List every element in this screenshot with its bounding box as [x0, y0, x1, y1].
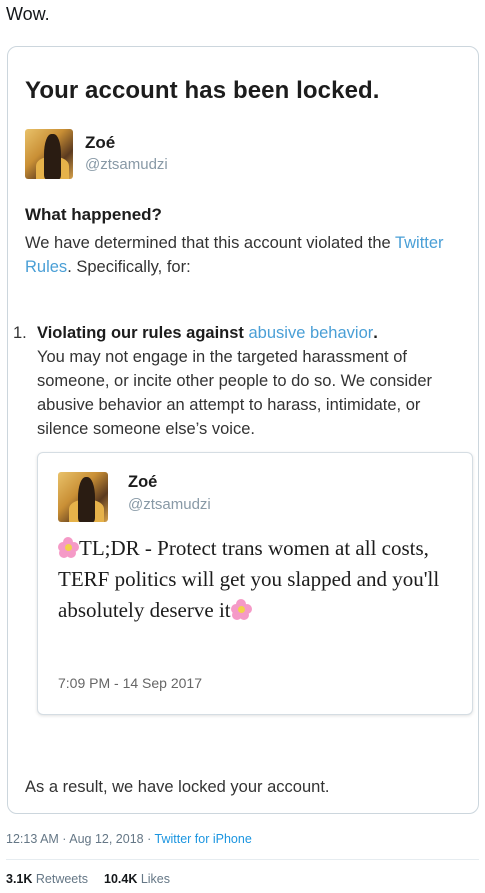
tweet-source-link[interactable]: Twitter for iPhone: [155, 832, 252, 846]
user-handle: @ztsamudzi: [85, 156, 168, 173]
user-name: Zoé: [85, 133, 116, 152]
tweet-timestamp[interactable]: 12:13 AM · Aug 12, 2018 ·: [6, 832, 155, 846]
media-card[interactable]: Your account has been locked. Zoé @ztsam…: [7, 46, 479, 814]
quoted-tweet-text: TL;DR - Protect trans women at all costs…: [58, 536, 440, 622]
tweet-text: Wow.: [6, 4, 50, 24]
quoted-tweet[interactable]: Zoé @ztsamudzi TL;DR - Protect trans wom…: [37, 452, 473, 715]
cherry-blossom-icon: [58, 537, 79, 558]
lock-title: Your account has been locked.: [25, 77, 380, 104]
divider: [6, 859, 479, 860]
tweet-stats: 3.1K Retweets 10.4K Likes: [6, 872, 170, 886]
quoted-user-handle: @ztsamudzi: [128, 496, 211, 513]
avatar: [25, 129, 73, 179]
retweets-stat[interactable]: 3.1K Retweets: [6, 872, 88, 886]
tweet-meta: 12:13 AM · Aug 12, 2018 · Twitter for iP…: [6, 832, 252, 846]
what-happened-text: We have determined that this account vio…: [25, 234, 444, 276]
what-happened-heading: What happened?: [25, 205, 162, 224]
avatar: [58, 472, 108, 522]
rule-heading: Violating our rules against abusive beha…: [37, 324, 378, 342]
abusive-behavior-link[interactable]: abusive behavior: [249, 324, 374, 342]
quoted-tweet-time: 7:09 PM - 14 Sep 2017: [58, 675, 202, 691]
result-text: As a result, we have locked your account…: [25, 778, 330, 796]
rule-number: 1.: [13, 324, 27, 342]
cherry-blossom-icon: [230, 599, 252, 620]
quoted-user-name: Zoé: [128, 473, 158, 491]
rule-body: You may not engage in the targeted haras…: [37, 348, 433, 438]
likes-stat[interactable]: 10.4K Likes: [104, 872, 170, 886]
